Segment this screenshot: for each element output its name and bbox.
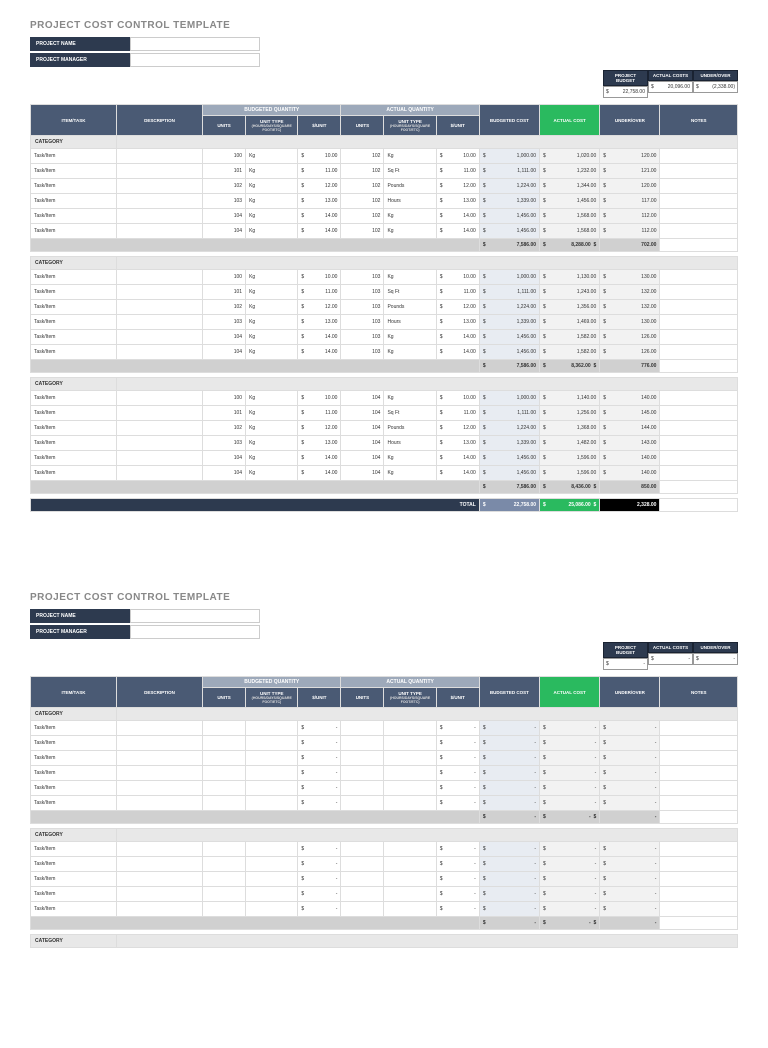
- table-row: Task/Item $ - $ - $ - $ - $ -: [31, 902, 738, 917]
- summary-row: PROJECT BUDGET$- ACTUAL COSTS$- UNDER/OV…: [30, 642, 738, 670]
- category-row: CATEGORY: [31, 136, 738, 149]
- subtotal-row: $7,586.00 $8,362.00 $ 776.00: [31, 360, 738, 373]
- subtotal-row: $7,586.00 $8,436.00 $ 850.00: [31, 481, 738, 494]
- category-row: CATEGORY: [31, 708, 738, 721]
- project-name-input[interactable]: [130, 37, 260, 51]
- table-row: Task/Item 104Kg$14.00 103Kg$14.00 $1,456…: [31, 345, 738, 360]
- table-row: Task/Item $ - $ - $ - $ - $ -: [31, 751, 738, 766]
- table-row: Task/Item 101Kg$11.00 104Sq Ft$11.00 $1,…: [31, 406, 738, 421]
- table-row: Task/Item 103Kg$13.00 104Hours$13.00 $1,…: [31, 436, 738, 451]
- table-row: Task/Item 104Kg$14.00 102Kg$14.00 $1,456…: [31, 224, 738, 239]
- table-row: Task/Item 104Kg$14.00 104Kg$14.00 $1,456…: [31, 466, 738, 481]
- table-row: Task/Item 102Kg$12.00 103Pounds$12.00 $1…: [31, 300, 738, 315]
- table-row: Task/Item 100Kg$10.00 104Kg$10.00 $1,000…: [31, 391, 738, 406]
- table-row: Task/Item $ - $ - $ - $ - $ -: [31, 721, 738, 736]
- table-row: Task/Item $ - $ - $ - $ - $ -: [31, 796, 738, 811]
- table-row: Task/Item $ - $ - $ - $ - $ -: [31, 736, 738, 751]
- total-row: TOTAL $22,758.00 $25,086.00 $ 2,328.00: [31, 499, 738, 512]
- category-row: CATEGORY: [31, 829, 738, 842]
- table-row: Task/Item 101Kg$11.00 103Sq Ft$11.00 $1,…: [31, 285, 738, 300]
- table-row: Task/Item 104Kg$14.00 102Kg$14.00 $1,456…: [31, 209, 738, 224]
- cost-table: ITEM/TASK DESCRIPTION BUDGETED QUANTITY …: [30, 676, 738, 948]
- table-row: Task/Item 100Kg$10.00 102Kg$10.00 $1,000…: [31, 149, 738, 164]
- table-row: Task/Item 102Kg$12.00 102Pounds$12.00 $1…: [31, 179, 738, 194]
- subtotal-row: $- $- $ -: [31, 917, 738, 930]
- table-row: Task/Item $ - $ - $ - $ - $ -: [31, 766, 738, 781]
- page-2: PROJECT COST CONTROL TEMPLATE PROJECT NA…: [30, 592, 738, 948]
- table-row: Task/Item $ - $ - $ - $ - $ -: [31, 781, 738, 796]
- category-row: CATEGORY: [31, 935, 738, 948]
- table-row: Task/Item 103Kg$13.00 102Hours$13.00 $1,…: [31, 194, 738, 209]
- category-row: CATEGORY: [31, 257, 738, 270]
- cost-table: ITEM/TASK DESCRIPTION BUDGETED QUANTITY …: [30, 104, 738, 512]
- category-row: CATEGORY: [31, 378, 738, 391]
- page-title: PROJECT COST CONTROL TEMPLATE: [30, 20, 738, 31]
- table-row: Task/Item 100Kg$10.00 103Kg$10.00 $1,000…: [31, 270, 738, 285]
- subtotal-row: $7,586.00 $8,288.00 $ 702.00: [31, 239, 738, 252]
- summary-row: PROJECT BUDGET$22,758.00 ACTUAL COSTS$20…: [30, 70, 738, 98]
- table-row: Task/Item 104Kg$14.00 104Kg$14.00 $1,456…: [31, 451, 738, 466]
- page-title: PROJECT COST CONTROL TEMPLATE: [30, 592, 738, 603]
- table-row: Task/Item 102Kg$12.00 104Pounds$12.00 $1…: [31, 421, 738, 436]
- table-row: Task/Item $ - $ - $ - $ - $ -: [31, 857, 738, 872]
- table-row: Task/Item 103Kg$13.00 103Hours$13.00 $1,…: [31, 315, 738, 330]
- page-1: PROJECT COST CONTROL TEMPLATE PROJECT NA…: [30, 20, 738, 512]
- project-manager-label: PROJECT MANAGER: [30, 625, 130, 639]
- project-manager-label: PROJECT MANAGER: [30, 53, 130, 67]
- project-manager-input[interactable]: [130, 53, 260, 67]
- project-name-label: PROJECT NAME: [30, 37, 130, 51]
- table-row: Task/Item $ - $ - $ - $ - $ -: [31, 872, 738, 887]
- project-name-input[interactable]: [130, 609, 260, 623]
- project-manager-input[interactable]: [130, 625, 260, 639]
- table-row: Task/Item $ - $ - $ - $ - $ -: [31, 887, 738, 902]
- project-name-label: PROJECT NAME: [30, 609, 130, 623]
- subtotal-row: $- $- $ -: [31, 811, 738, 824]
- table-row: Task/Item 101Kg$11.00 102Sq Ft$11.00 $1,…: [31, 164, 738, 179]
- table-row: Task/Item $ - $ - $ - $ - $ -: [31, 842, 738, 857]
- table-row: Task/Item 104Kg$14.00 103Kg$14.00 $1,456…: [31, 330, 738, 345]
